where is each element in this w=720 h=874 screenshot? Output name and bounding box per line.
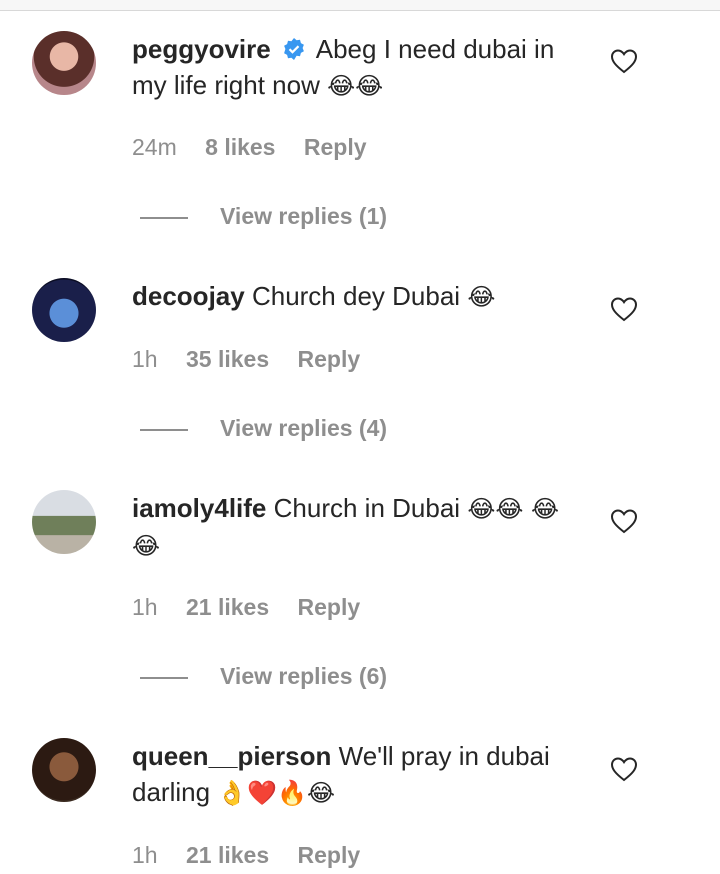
verified-badge-icon bbox=[284, 38, 304, 60]
comment-likes[interactable]: 21 likes bbox=[186, 594, 269, 620]
avatar[interactable] bbox=[32, 31, 96, 95]
comment-username[interactable]: iamoly4life bbox=[132, 493, 266, 523]
comment-emojis: 😂😂 bbox=[327, 72, 384, 100]
comment-time: 1h bbox=[132, 346, 158, 372]
comment-emojis: 👌❤️🔥😂 bbox=[217, 779, 335, 807]
comment-text: Church in Dubai bbox=[273, 493, 461, 523]
view-replies-button[interactable]: View replies (1) bbox=[140, 203, 387, 230]
comment-meta: 1h 21 likes Reply bbox=[132, 594, 382, 621]
comment-body: peggyovire Abeg I need dubai in my life … bbox=[132, 31, 582, 104]
view-replies-button[interactable]: View replies (4) bbox=[140, 415, 387, 442]
comment-meta: 24m 8 likes Reply bbox=[132, 134, 389, 161]
heart-outline-icon[interactable] bbox=[610, 296, 638, 322]
reply-button[interactable]: Reply bbox=[298, 594, 361, 620]
replies-dash bbox=[140, 216, 188, 219]
view-replies-button[interactable]: View replies (6) bbox=[140, 663, 387, 690]
comment-username[interactable]: decoojay bbox=[132, 281, 245, 311]
comment-time: 24m bbox=[132, 134, 177, 160]
comment-text: Church dey Dubai bbox=[251, 281, 461, 311]
comment-emojis: 😂 bbox=[467, 283, 496, 311]
heart-outline-icon[interactable] bbox=[610, 508, 638, 534]
replies-dash bbox=[140, 676, 188, 679]
comment-time: 1h bbox=[132, 594, 158, 620]
top-divider bbox=[0, 0, 720, 11]
reply-button[interactable]: Reply bbox=[298, 842, 361, 868]
comment-username[interactable]: queen__pierson bbox=[132, 741, 331, 771]
avatar[interactable] bbox=[32, 278, 96, 342]
replies-dash bbox=[140, 428, 188, 431]
reply-button[interactable]: Reply bbox=[298, 346, 361, 372]
comment-likes[interactable]: 35 likes bbox=[186, 346, 269, 372]
view-replies-label: View replies (6) bbox=[220, 663, 388, 689]
comment-meta: 1h 35 likes Reply bbox=[132, 346, 382, 373]
avatar[interactable] bbox=[32, 490, 96, 554]
heart-outline-icon[interactable] bbox=[610, 48, 638, 74]
comment-meta: 1h 21 likes Reply bbox=[132, 842, 382, 869]
view-replies-label: View replies (1) bbox=[220, 203, 388, 229]
comment-username[interactable]: peggyovire bbox=[132, 34, 271, 64]
comment-likes[interactable]: 8 likes bbox=[205, 134, 275, 160]
heart-outline-icon[interactable] bbox=[610, 756, 638, 782]
view-replies-label: View replies (4) bbox=[220, 415, 388, 441]
reply-button[interactable]: Reply bbox=[304, 134, 367, 160]
comment-time: 1h bbox=[132, 842, 158, 868]
comment-body: iamoly4life Church in Dubai 😂😂 😂😂 bbox=[132, 490, 582, 564]
avatar[interactable] bbox=[32, 738, 96, 802]
comment-likes[interactable]: 21 likes bbox=[186, 842, 269, 868]
comment-body: queen__pierson We'll pray in dubai darli… bbox=[132, 738, 582, 811]
comment-body: decoojay Church dey Dubai 😂 bbox=[132, 278, 582, 315]
